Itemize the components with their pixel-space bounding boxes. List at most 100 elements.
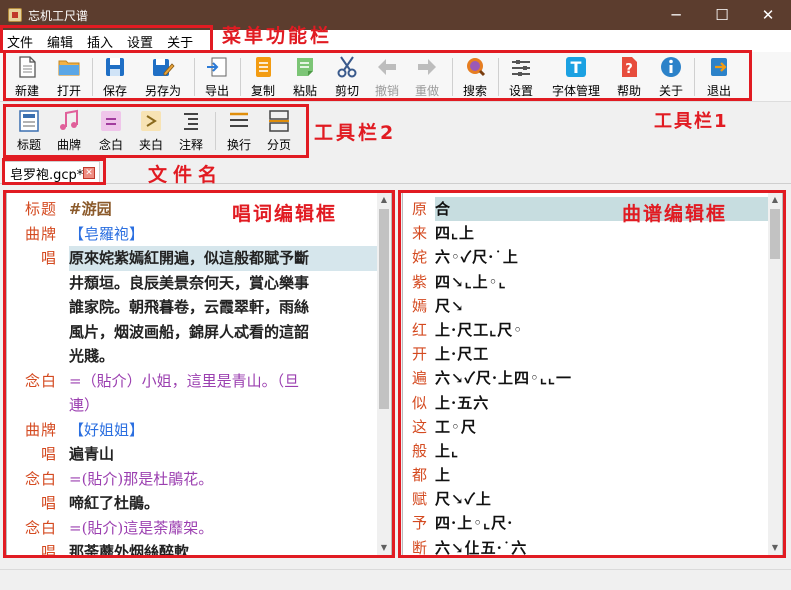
- search-button[interactable]: 搜索: [460, 54, 490, 100]
- menu-annotation: 菜单功能栏: [222, 25, 333, 47]
- export-icon: [207, 57, 227, 77]
- insert-note-label: 注释: [178, 138, 203, 152]
- lyric-row[interactable]: 念白 =（貼介）小姐，這里是青山。（旦: [7, 369, 377, 394]
- score-row-notation: 上·尺工: [435, 345, 490, 364]
- score-row[interactable]: 姹六◦✓尺·˙上: [403, 245, 768, 269]
- lyric-row-tag: 标题: [24, 200, 57, 218]
- score-scrollbar[interactable]: ▲ ▼: [768, 193, 782, 555]
- lyric-row[interactable]: 連）: [7, 393, 377, 418]
- score-row[interactable]: 断六↘仩五·˙六: [403, 536, 768, 556]
- lyric-row-tag: 唱: [40, 494, 57, 512]
- score-row[interactable]: 予四·上◦⌞尺·: [403, 511, 768, 535]
- insert-title-button[interactable]: 标题: [12, 108, 46, 154]
- settings-button[interactable]: 设置: [506, 54, 536, 100]
- search-label: 搜索: [462, 84, 487, 98]
- lyric-row-text: 那荼蘼外烟絲醉軟: [69, 543, 190, 556]
- score-row-notation: 上·尺工⌞尺◦: [435, 320, 524, 339]
- menu-about[interactable]: 关于: [160, 32, 200, 51]
- lyric-scroll-thumb[interactable]: [379, 209, 389, 409]
- score-row[interactable]: 遍六↘✓尺·上四◦⌞⌞一: [403, 366, 768, 390]
- scroll-up-icon[interactable]: ▲: [768, 193, 782, 207]
- score-row-character: 都: [411, 466, 427, 485]
- score-row-character: 断: [411, 538, 427, 556]
- font-manager-button[interactable]: T 字体管理: [548, 54, 604, 100]
- lyric-row[interactable]: 唱原來姹紫嫣紅開遍，似這般都賦予斷: [7, 246, 377, 271]
- lyric-row[interactable]: 唱啼紅了杜鵑。: [7, 491, 377, 516]
- save-button[interactable]: 保存: [100, 54, 130, 100]
- lyric-row[interactable]: 唱遍青山: [7, 442, 377, 467]
- scissors-icon: [337, 56, 357, 78]
- exit-button[interactable]: 退出: [704, 54, 734, 100]
- lyric-row[interactable]: 念白 =(貼介)那是杜鵑花。: [7, 467, 377, 492]
- line-break-button[interactable]: 换行: [224, 108, 254, 154]
- score-lines: 原合来四⌞上姹六◦✓尺·˙上紫四↘⌞上◦⌞ 嫣尺↘ 红上·尺工⌞尺◦ 开上·尺工遍六↘…: [403, 197, 768, 556]
- scroll-down-icon[interactable]: ▼: [768, 541, 782, 555]
- score-row[interactable]: 嫣尺↘: [403, 294, 768, 318]
- lyric-row[interactable]: 風片，烟波画船，錦屏人忒看的這韶: [7, 320, 377, 345]
- lyric-row[interactable]: 光賤。: [7, 344, 377, 369]
- score-row-notation: 六↘仩五·˙六: [435, 538, 528, 556]
- scroll-down-icon[interactable]: ▼: [377, 541, 391, 555]
- insert-qupai-button[interactable]: 曲牌: [54, 108, 84, 154]
- lyric-row[interactable]: 井頹垣。良辰美景奈何天，賞心樂事: [7, 271, 377, 296]
- save-as-button[interactable]: 另存为: [142, 54, 184, 100]
- save-as-label: 另存为: [144, 84, 181, 98]
- close-button[interactable]: ✕: [745, 0, 791, 30]
- undo-button[interactable]: 撤销: [372, 54, 402, 100]
- lyric-row-tag: [7, 320, 69, 345]
- score-row[interactable]: 这工◦尺: [403, 415, 768, 439]
- score-row[interactable]: 赋尺↘✓上: [403, 487, 768, 511]
- page-break-button[interactable]: 分页: [264, 108, 294, 154]
- insert-nianbai-label: 念白: [98, 138, 123, 152]
- font-icon: T: [566, 57, 586, 77]
- lyric-row[interactable]: 誰家院。朝飛暮卷，云霞翠軒，雨絲: [7, 295, 377, 320]
- insert-nianbai-button[interactable]: 念白: [96, 108, 126, 154]
- maximize-button[interactable]: ☐: [699, 0, 745, 30]
- copy-button[interactable]: 复制: [248, 54, 278, 100]
- lyric-scrollbar[interactable]: ▲ ▼: [377, 193, 391, 555]
- page-break-label: 分页: [266, 138, 291, 152]
- about-button[interactable]: 关于: [656, 54, 686, 100]
- score-row[interactable]: 似上·五六: [403, 391, 768, 415]
- export-button[interactable]: 导出: [202, 54, 232, 100]
- score-row[interactable]: 紫四↘⌞上◦⌞: [403, 270, 768, 294]
- minimize-button[interactable]: ─: [653, 0, 699, 30]
- insert-note-button[interactable]: 注释: [176, 108, 206, 154]
- score-row[interactable]: 都上: [403, 463, 768, 487]
- score-row[interactable]: 般上⌞: [403, 439, 768, 463]
- info-icon: [661, 57, 681, 77]
- main-toolbar: 新建 打开 保存 另存为 导出 复制 粘贴 剪切 撤销 重做 搜索 设置 T 字…: [0, 52, 791, 102]
- new-button[interactable]: 新建: [12, 54, 42, 100]
- score-annotation: 曲谱编辑框: [622, 203, 728, 225]
- score-row-notation: 上·五六: [435, 393, 490, 412]
- paste-button[interactable]: 粘贴: [290, 54, 320, 100]
- score-row-notation: 六↘✓尺·上四◦⌞⌞一: [435, 369, 572, 388]
- lyric-row[interactable]: 唱那荼蘼外烟絲醉軟: [7, 540, 377, 556]
- menu-settings[interactable]: 设置: [120, 32, 160, 51]
- redo-button[interactable]: 重做: [412, 54, 442, 100]
- lyric-row[interactable]: 念白 =(貼介)這是荼蘼架。: [7, 516, 377, 541]
- score-row[interactable]: 开上·尺工: [403, 342, 768, 366]
- insert-jiabai-label: 夹白: [138, 138, 163, 152]
- help-button[interactable]: ? 帮助: [614, 54, 644, 100]
- score-scroll-thumb[interactable]: [770, 209, 780, 259]
- scroll-up-icon[interactable]: ▲: [377, 193, 391, 207]
- undo-icon: [378, 59, 396, 75]
- open-button[interactable]: 打开: [54, 54, 84, 100]
- insert-jiabai-button[interactable]: 夹白: [136, 108, 166, 154]
- close-tab-icon[interactable]: ✕: [83, 167, 95, 179]
- lyric-editor[interactable]: 标题 #游园 曲牌 【皂羅袍】唱原來姹紫嫣紅開遍，似這般都賦予斷 井頹垣。良辰美景奈何天…: [6, 192, 392, 556]
- menu-edit[interactable]: 编辑: [40, 32, 80, 51]
- file-tab[interactable]: 皂罗袍.gcp* ✕: [4, 161, 100, 184]
- menu-file[interactable]: 文件: [0, 32, 40, 51]
- lyric-row-text: 誰家院。朝飛暮卷，云霞翠軒，雨絲: [69, 298, 310, 316]
- window-controls: ─ ☐ ✕: [653, 0, 791, 30]
- score-row[interactable]: 红上·尺工⌞尺◦: [403, 318, 768, 342]
- cut-button[interactable]: 剪切: [332, 54, 362, 100]
- score-editor[interactable]: 原合来四⌞上姹六◦✓尺·˙上紫四↘⌞上◦⌞ 嫣尺↘ 红上·尺工⌞尺◦ 开上·尺工遍六↘…: [402, 192, 783, 556]
- exit-label: 退出: [706, 84, 731, 98]
- menu-insert[interactable]: 插入: [80, 32, 120, 51]
- lyric-row[interactable]: 曲牌 【好姐姐】: [7, 418, 377, 443]
- copy-icon: [256, 57, 271, 77]
- page-break-icon: [269, 110, 289, 132]
